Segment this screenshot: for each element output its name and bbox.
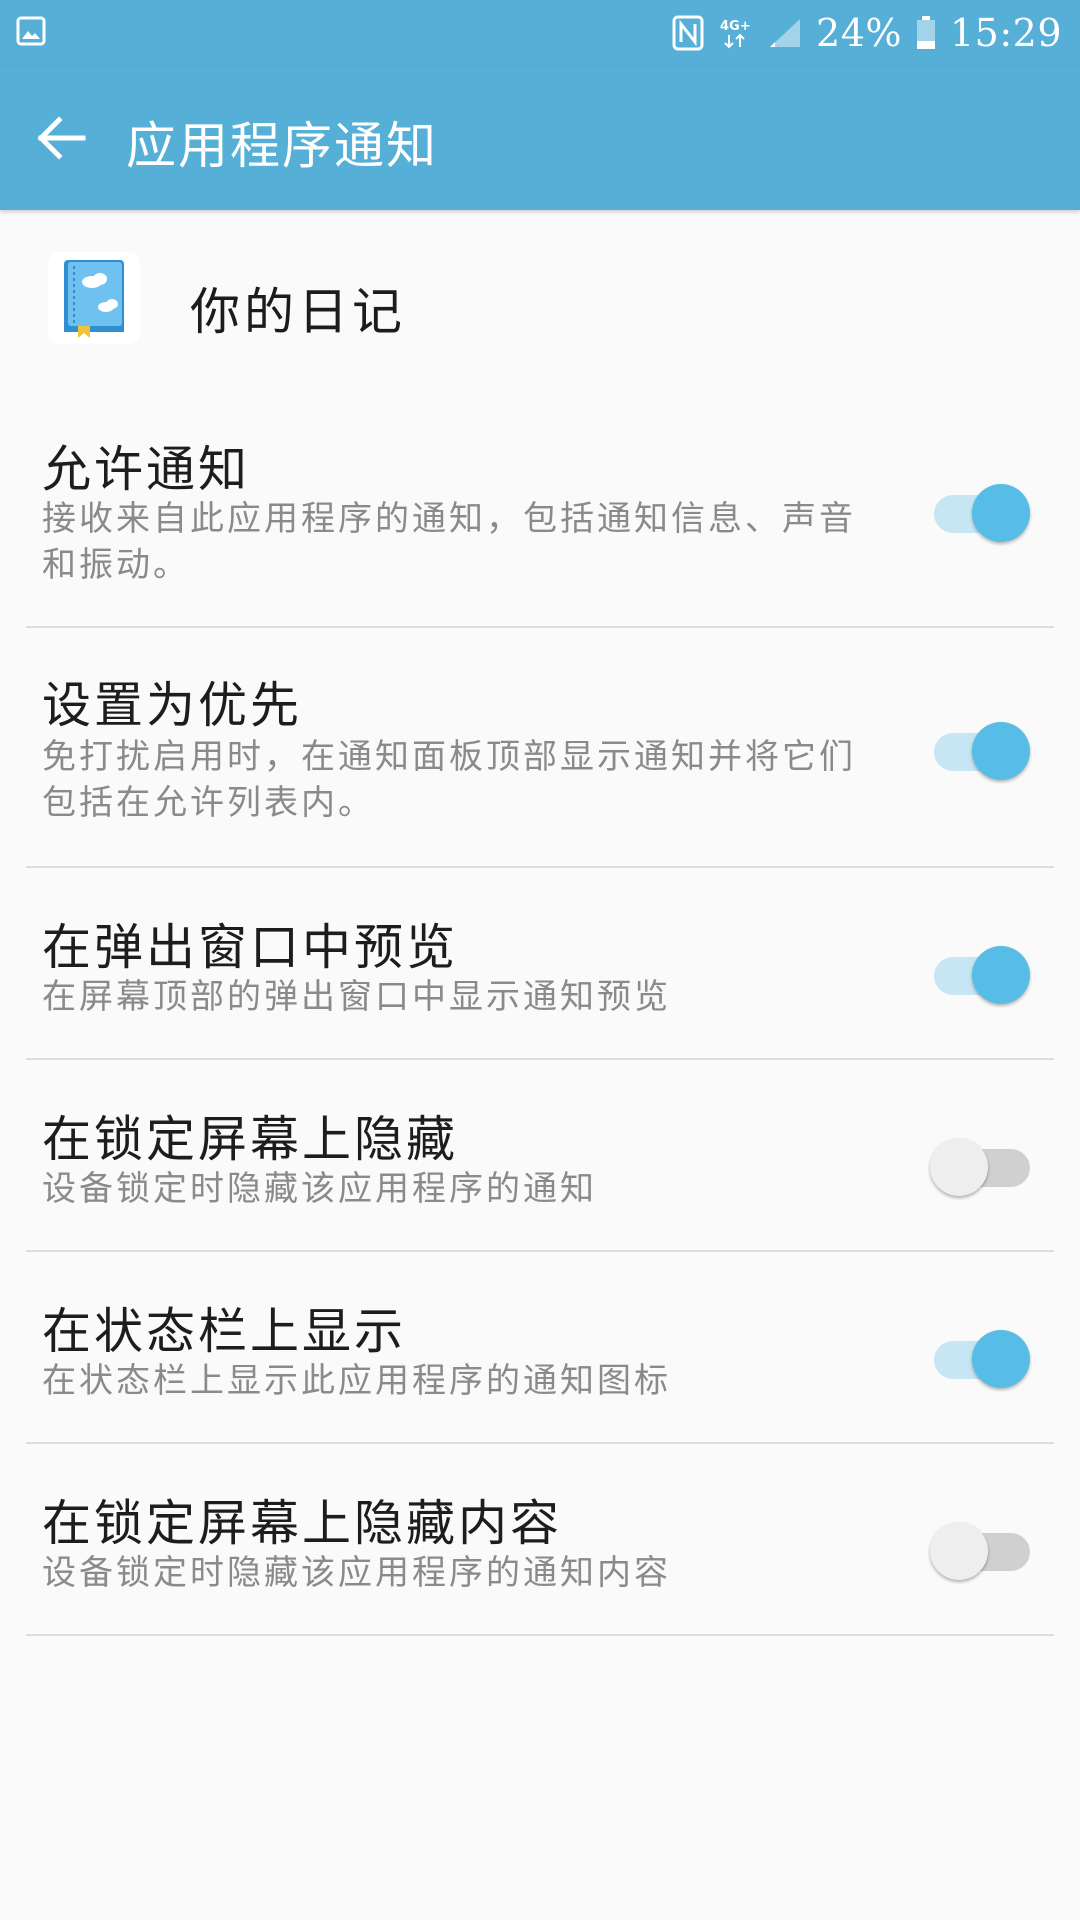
show-on-status-bar-toggle[interactable] [930, 1322, 1030, 1388]
battery-percent: 24% [816, 11, 902, 55]
setting-description: 接收来自此应用程序的通知，包括通知信息、声音和振动。 [42, 499, 856, 585]
network-4g-icon: 4G+ [720, 19, 751, 49]
toggle-knob [930, 1522, 988, 1580]
toggle-knob [972, 946, 1030, 1004]
set-priority-toggle[interactable] [930, 714, 1030, 780]
setting-title: 设置为优先 [42, 677, 303, 734]
setting-set-priority[interactable]: 设置为优先 免打扰启用时，在通知面板顶部显示通知并将它们包括在允许列表内。 [0, 628, 1080, 868]
setting-description: 在屏幕顶部的弹出窗口中显示通知预览 [42, 977, 671, 1017]
divider [26, 1634, 1054, 1636]
setting-title: 在弹出窗口中预览 [42, 919, 459, 976]
diary-book-icon [48, 252, 140, 344]
popup-preview-toggle[interactable] [930, 938, 1030, 1004]
setting-hide-on-lock-screen[interactable]: 在锁定屏幕上隐藏 设备锁定时隐藏该应用程序的通知 [0, 1060, 1080, 1252]
hide-on-lock-screen-toggle[interactable] [930, 1130, 1030, 1196]
toggle-knob [972, 484, 1030, 542]
toggle-knob [930, 1138, 988, 1196]
hide-content-on-lock-screen-toggle[interactable] [930, 1514, 1030, 1580]
setting-description: 设备锁定时隐藏该应用程序的通知 [42, 1169, 597, 1209]
app-name: 你的日记 [190, 283, 406, 341]
allow-notifications-toggle[interactable] [930, 476, 1030, 542]
setting-allow-notifications[interactable]: 允许通知 接收来自此应用程序的通知，包括通知信息、声音和振动。 [0, 392, 1080, 628]
nfc-icon [672, 15, 704, 51]
page-title: 应用程序通知 [126, 117, 438, 175]
status-icons: 4G+ 24% 15:29 [672, 0, 1062, 66]
signal-icon [770, 19, 801, 47]
setting-show-on-status-bar[interactable]: 在状态栏上显示 在状态栏上显示此应用程序的通知图标 [0, 1252, 1080, 1444]
setting-description: 免打扰启用时，在通知面板顶部显示通知并将它们包括在允许列表内。 [42, 737, 856, 823]
setting-title: 在锁定屏幕上隐藏 [42, 1111, 459, 1168]
battery-icon [916, 16, 935, 49]
setting-description: 在状态栏上显示此应用程序的通知图标 [42, 1361, 671, 1401]
app-header: 你的日记 [0, 212, 1080, 392]
back-button[interactable] [26, 106, 98, 170]
arrow-left-icon [37, 116, 86, 160]
app-bar: 应用程序通知 [0, 66, 1080, 210]
toggle-knob [972, 722, 1030, 780]
setting-title: 在锁定屏幕上隐藏内容 [42, 1495, 563, 1552]
status-bar: 4G+ 24% 15:29 [0, 0, 1080, 66]
svg-text:4G+: 4G+ [720, 19, 751, 34]
setting-hide-content-on-lock-screen[interactable]: 在锁定屏幕上隐藏内容 设备锁定时隐藏该应用程序的通知内容 [0, 1444, 1080, 1636]
clock: 15:29 [949, 11, 1062, 55]
setting-popup-preview[interactable]: 在弹出窗口中预览 在屏幕顶部的弹出窗口中显示通知预览 [0, 868, 1080, 1060]
toggle-knob [972, 1330, 1030, 1388]
setting-title: 允许通知 [42, 441, 251, 498]
image-icon [16, 16, 46, 46]
setting-title: 在状态栏上显示 [42, 1303, 407, 1360]
settings-list: 允许通知 接收来自此应用程序的通知，包括通知信息、声音和振动。 设置为优先 免打… [0, 392, 1080, 1636]
setting-description: 设备锁定时隐藏该应用程序的通知内容 [42, 1553, 671, 1593]
